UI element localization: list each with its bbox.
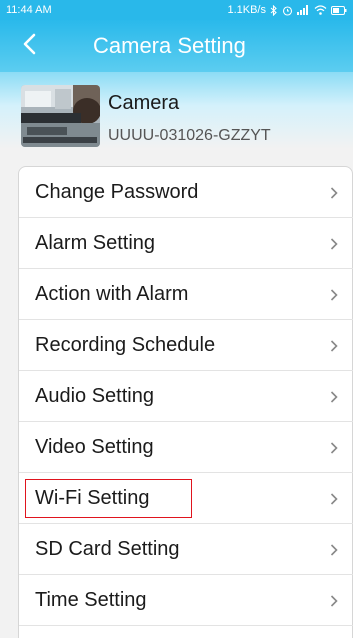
chevron-right-icon [330,594,338,608]
battery-icon [331,5,347,15]
menu-item-action-with-alarm[interactable]: Action with Alarm [19,269,353,320]
chevron-right-icon [330,441,338,455]
settings-menu: Change Password Alarm Setting Action wit… [18,166,353,638]
camera-info: Camera UUUU-031026-GZZYT [0,72,353,168]
menu-item-sd-card-setting[interactable]: SD Card Setting [19,524,353,575]
menu-item-label: Audio Setting [35,385,154,407]
menu-item-label: Change Password [35,181,199,203]
menu-item-wifi-setting[interactable]: Wi-Fi Setting [19,473,353,524]
menu-item-label: Wi-Fi Setting [35,487,150,509]
menu-item-label: SD Card Setting [35,538,180,560]
menu-item-change-password[interactable]: Change Password [19,167,353,218]
menu-item-label: Recording Schedule [35,334,216,356]
chevron-right-icon [330,339,338,353]
status-bar: 11:44 AM 1.1KB/s [0,0,353,20]
network-speed: 1.1KB/s [227,4,266,16]
menu-item-label: Action with Alarm [35,283,189,305]
chevron-right-icon [330,390,338,404]
camera-name: Camera [108,92,180,114]
chevron-right-icon [330,186,338,200]
menu-item-time-setting[interactable]: Time Setting [19,575,353,626]
chevron-right-icon [330,492,338,506]
bluetooth-icon [270,4,278,16]
chevron-right-icon [330,237,338,251]
back-button[interactable] [14,30,44,62]
menu-item-alarm-setting[interactable]: Alarm Setting [19,218,353,269]
menu-item-recording-schedule[interactable]: Recording Schedule [19,320,353,371]
status-icons: 1.1KB/s [227,4,347,16]
chevron-right-icon [330,288,338,302]
wifi-icon [314,5,327,15]
signal-icon [297,5,310,15]
camera-thumbnail [21,85,100,147]
page-title: Camera Setting [93,33,246,58]
menu-item-audio-setting[interactable]: Audio Setting [19,371,353,422]
chevron-right-icon [330,543,338,557]
app-bar: Camera Setting [0,20,353,72]
menu-item-label: Time Setting [35,589,147,611]
menu-item-label: Video Setting [35,436,154,458]
menu-item-label: Alarm Setting [35,232,156,254]
alarm-icon [282,5,293,16]
chevron-left-icon [22,33,36,60]
status-time: 11:44 AM [6,4,52,16]
menu-item-video-setting[interactable]: Video Setting [19,422,353,473]
camera-uid: UUUU-031026-GZZYT [108,127,271,144]
